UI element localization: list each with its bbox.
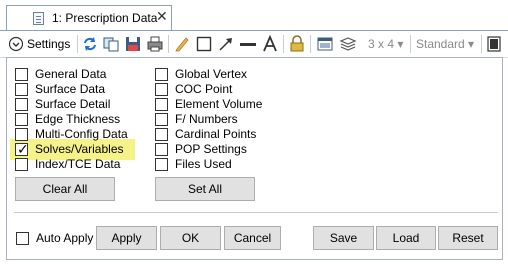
checkbox-label: F/ Numbers bbox=[175, 112, 238, 126]
text-icon[interactable] bbox=[261, 35, 279, 53]
checkbox-unchecked[interactable] bbox=[15, 158, 28, 171]
divider bbox=[14, 212, 498, 213]
checkbox-unchecked[interactable] bbox=[15, 83, 28, 96]
tab-prescription-data[interactable]: 1: Prescription Data ✕ bbox=[6, 5, 172, 31]
checkbox-label: Cardinal Points bbox=[175, 127, 257, 141]
checkbox-label: COC Point bbox=[175, 82, 233, 96]
reset-button[interactable]: Reset bbox=[438, 226, 498, 250]
checkbox-unchecked[interactable] bbox=[15, 128, 28, 141]
checkbox-label: Index/TCE Data bbox=[35, 157, 121, 171]
checkbox-unchecked[interactable] bbox=[155, 83, 168, 96]
checkbox-label: Surface Detail bbox=[35, 97, 111, 111]
checkbox-label: Files Used bbox=[175, 157, 232, 171]
checkbox-unchecked[interactable] bbox=[155, 68, 168, 81]
checkbox-unchecked[interactable] bbox=[155, 128, 168, 141]
copy-icon[interactable] bbox=[102, 35, 120, 53]
checkbox-box[interactable] bbox=[16, 232, 29, 245]
lock-icon[interactable] bbox=[288, 35, 306, 53]
checkbox-checked[interactable]: ✓ bbox=[15, 141, 29, 157]
rectangle-icon[interactable] bbox=[195, 35, 213, 53]
layers-icon[interactable] bbox=[339, 35, 357, 53]
set-all-button[interactable]: Set All bbox=[155, 177, 255, 201]
checkbox-label: Surface Data bbox=[35, 82, 106, 96]
style-combo[interactable]: Standard ▾ bbox=[416, 37, 474, 51]
tab-label: 1: Prescription Data bbox=[52, 11, 158, 25]
checkbox-unchecked[interactable] bbox=[155, 113, 168, 126]
window-icon[interactable] bbox=[316, 35, 334, 53]
load-button[interactable]: Load bbox=[376, 226, 436, 250]
clear-all-button[interactable]: Clear All bbox=[15, 177, 115, 201]
checkmark-icon: ✓ bbox=[17, 141, 29, 157]
settings-button[interactable]: Settings bbox=[27, 37, 70, 51]
print-icon[interactable] bbox=[146, 35, 164, 53]
checkbox-unchecked[interactable] bbox=[15, 68, 28, 81]
cancel-button[interactable]: Cancel bbox=[224, 226, 281, 250]
arrow-icon[interactable] bbox=[217, 35, 235, 53]
auto-apply-label: Auto Apply bbox=[36, 231, 94, 245]
checkbox-label: Multi-Config Data bbox=[35, 127, 128, 141]
close-icon[interactable]: ✕ bbox=[156, 9, 168, 23]
save-button[interactable]: Save bbox=[313, 226, 374, 250]
settings-chevron-icon[interactable] bbox=[7, 35, 25, 53]
grid-combo[interactable]: 3 x 4 ▾ bbox=[368, 37, 403, 51]
toolbar-separator bbox=[168, 35, 169, 53]
apply-button[interactable]: Apply bbox=[96, 226, 157, 250]
checkbox-unchecked[interactable] bbox=[155, 143, 168, 156]
panel-icon[interactable] bbox=[485, 35, 503, 53]
ok-button[interactable]: OK bbox=[160, 226, 221, 250]
pencil-icon[interactable] bbox=[173, 35, 191, 53]
save-icon[interactable] bbox=[124, 35, 142, 53]
checkbox-label: Global Vertex bbox=[175, 67, 248, 81]
toolbar-separator bbox=[410, 35, 411, 53]
toolbar-separator bbox=[283, 35, 284, 53]
checkbox-unchecked[interactable] bbox=[155, 98, 168, 111]
checkbox-label: POP Settings bbox=[175, 142, 247, 156]
checkbox-unchecked[interactable] bbox=[15, 98, 28, 111]
checkbox-label: Edge Thickness bbox=[35, 112, 121, 126]
checkbox-label: General Data bbox=[35, 67, 107, 81]
checkbox-unchecked[interactable] bbox=[155, 158, 168, 171]
toolbar-separator bbox=[77, 35, 78, 53]
line-icon[interactable] bbox=[239, 35, 257, 53]
refresh-icon[interactable] bbox=[81, 35, 99, 53]
checkbox-label: Solves/Variables bbox=[35, 142, 124, 156]
checkbox-label: Element Volume bbox=[175, 97, 263, 111]
toolbar-separator bbox=[481, 35, 482, 53]
document-icon bbox=[33, 12, 44, 25]
toolbar-separator bbox=[310, 35, 311, 53]
checkbox-unchecked[interactable] bbox=[15, 113, 28, 126]
